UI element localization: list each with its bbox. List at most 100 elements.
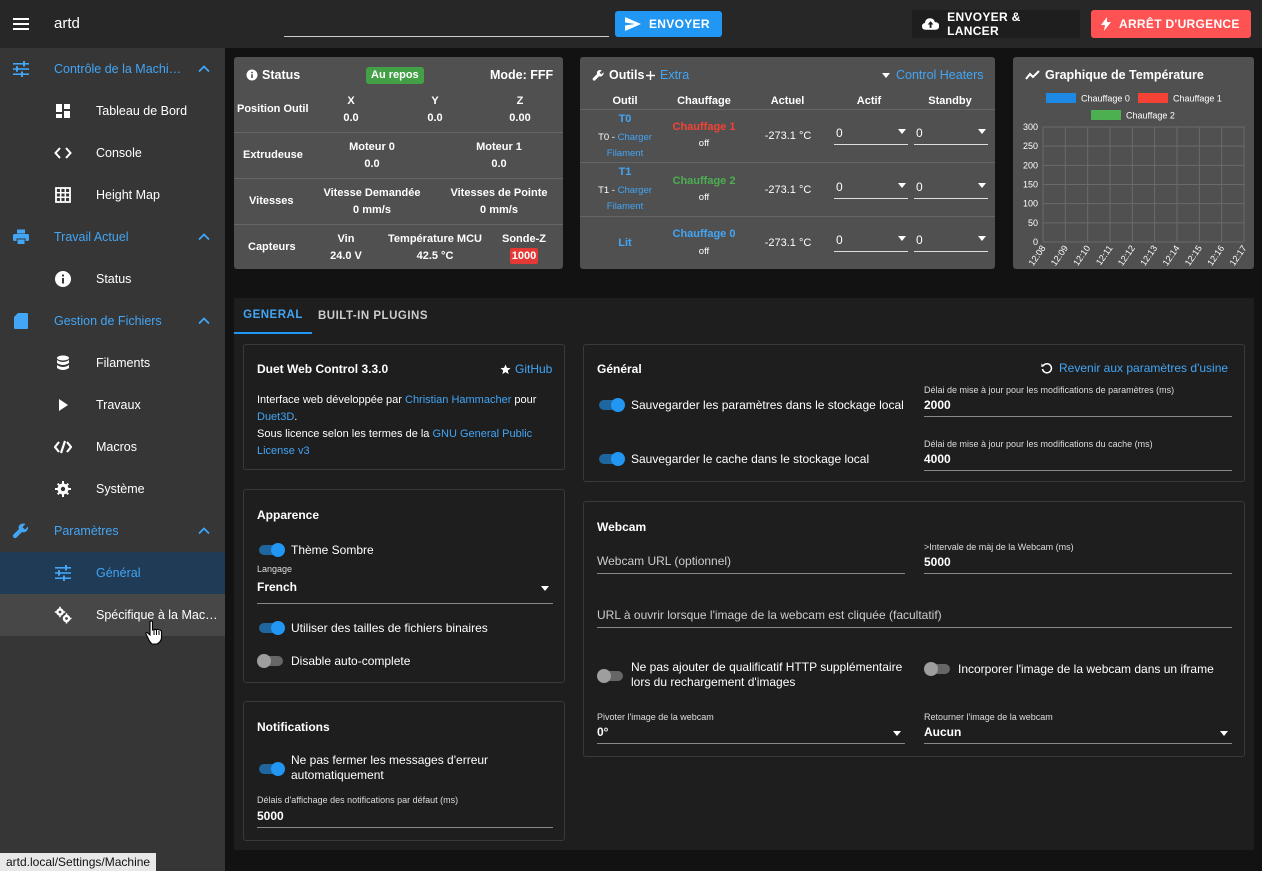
sidebar-group-machine-control[interactable]: Contrôle de la Machi… [0, 48, 225, 90]
sidebar-item-macros[interactable]: Macros [0, 426, 225, 468]
load-filament-link[interactable]: Filament [607, 201, 643, 212]
company-link[interactable]: Duet3D [257, 411, 294, 423]
switch-knob [597, 669, 611, 683]
active-temp-select[interactable]: 0 [834, 123, 908, 145]
tab-built-in-plugins[interactable]: BUILT-IN PLUGINS [312, 298, 434, 334]
active-temp-select[interactable]: 0 [834, 230, 908, 252]
settings-delay-field[interactable]: Délai de mise à jour pour les modificati… [924, 385, 1232, 417]
caret-down-icon [1220, 731, 1228, 736]
extra-button[interactable]: Extra [646, 68, 689, 82]
license-link[interactable]: License v3 [257, 445, 310, 457]
z-axis-value: 0.00 [509, 112, 531, 124]
binary-sizes-switch[interactable] [257, 621, 285, 635]
webcam-title: Webcam [597, 520, 647, 534]
cache-delay-field[interactable]: Délai de mise à jour pour les modificati… [924, 439, 1232, 471]
tool-name[interactable]: T0 [610, 113, 640, 125]
binary-sizes-label: Utiliser des tailles de fichiers binaire… [291, 621, 488, 635]
estop-label: ARRÊT D'URGENCE [1119, 17, 1240, 31]
database-icon [57, 355, 69, 370]
sidebar-group-current-job[interactable]: Travail Actuel [0, 216, 225, 258]
caret-down-icon [882, 72, 890, 78]
divider [234, 178, 563, 179]
heater-name[interactable]: Chauffage 0 [664, 228, 744, 240]
heater-name[interactable]: Chauffage 2 [664, 175, 744, 187]
sidebar-item-dashboard[interactable]: Tableau de Bord [0, 90, 225, 132]
iframe-label: Incorporer l'image de la webcam dans un … [958, 662, 1214, 676]
sidebar-item-filaments[interactable]: Filaments [0, 342, 225, 384]
sidebar-item-jobs[interactable]: Travaux [0, 384, 225, 426]
upload-label: ENVOYER & LANCER [947, 10, 1021, 38]
webcam-interval-label: >Intervale de màj de la Webcam (ms) [924, 542, 1074, 552]
webcam-rotate-select[interactable]: Pivoter l'image de la webcam 0° [597, 712, 905, 744]
sidebar-item-status[interactable]: Status [0, 258, 225, 300]
save-local-switch[interactable] [597, 398, 625, 412]
sidebar-item-system[interactable]: Système [0, 468, 225, 510]
upload-and-start-button[interactable]: ENVOYER & LANCER [912, 10, 1080, 38]
send-label: ENVOYER [649, 17, 710, 31]
appearance-title: Apparence [257, 508, 320, 522]
control-heaters-button[interactable]: Control Heaters [882, 68, 984, 82]
heater-state: off [698, 246, 710, 257]
tool-position-label: Position Outil [237, 103, 309, 115]
tool-prefix: T1 - [598, 185, 618, 196]
author-link[interactable]: Christian Hammacher [405, 394, 511, 406]
tool-name[interactable]: T1 [610, 166, 640, 178]
sidebar-label: Macros [96, 440, 137, 454]
bed-name[interactable]: Lit [610, 237, 640, 249]
iframe-switch[interactable] [924, 662, 952, 676]
standby-temp-select[interactable]: 0 [914, 230, 988, 252]
autocomplete-switch[interactable] [257, 654, 285, 668]
standby-temp-select[interactable]: 0 [914, 177, 988, 199]
notification-timeout-field[interactable]: Délais d'affichage des notifications par… [257, 795, 553, 828]
sidebar-label: Travaux [96, 398, 141, 412]
load-filament-link[interactable]: Charger [618, 185, 652, 196]
webcam-interval-value: 5000 [924, 555, 951, 569]
dark-theme-label: Thème Sombre [291, 543, 374, 557]
chevron-up-icon [198, 233, 210, 241]
sidebar-item-machine-specific[interactable]: Spécifique à la Mac… [0, 594, 225, 636]
sidebar-item-general[interactable]: Général [0, 552, 225, 594]
no-qualifier-switch[interactable] [597, 669, 625, 683]
language-select[interactable]: Langage French [257, 564, 553, 604]
sidebar-group-settings[interactable]: Paramètres [0, 510, 225, 552]
webcam-url-field[interactable]: Webcam URL (optionnel) [597, 542, 905, 574]
zprobe-value: 1000 [510, 248, 538, 264]
dark-theme-switch[interactable] [257, 543, 285, 557]
caret-down-icon [898, 129, 906, 134]
sidebar-item-height-map[interactable]: Height Map [0, 174, 225, 216]
webcam-click-url-field[interactable]: URL à ouvrir lorsque l'image de la webca… [597, 596, 1232, 628]
github-link[interactable]: GitHub [500, 362, 552, 376]
menu-icon[interactable] [10, 13, 32, 35]
webcam-flip-select[interactable]: Retourner l'image de la webcam Aucun [924, 712, 1232, 744]
send-button[interactable]: ENVOYER [615, 11, 722, 37]
caret-down-icon [978, 236, 986, 241]
y-axis-value: 0.0 [427, 112, 443, 124]
gcode-input[interactable] [284, 13, 609, 37]
sidebar-item-console[interactable]: Console [0, 132, 225, 174]
y-tick-label: 250 [1023, 141, 1038, 151]
webcam-interval-field[interactable]: >Intervale de màj de la Webcam (ms) 5000 [924, 542, 1232, 574]
emergency-stop-button[interactable]: ARRÊT D'URGENCE [1091, 10, 1251, 38]
active-temp-select[interactable]: 0 [834, 177, 908, 199]
restore-icon [1041, 363, 1053, 374]
reset-defaults-button[interactable]: Revenir aux paramètres d'usine [1041, 361, 1228, 375]
tool-prefix: T0 - [598, 132, 618, 143]
sidebar-label: Système [96, 482, 145, 496]
cache-local-switch[interactable] [597, 452, 625, 466]
standby-temp-value: 0 [916, 126, 923, 140]
about-card: Duet Web Control 3.3.0 GitHub Interface … [243, 344, 565, 470]
load-filament-link[interactable]: Filament [607, 148, 643, 159]
requested-speed-label: Vitesse Demandée [323, 187, 421, 199]
license-link[interactable]: GNU General Public [432, 428, 532, 440]
x-tick-label: 12:17 [1228, 243, 1249, 267]
tools-title-text: Outils [609, 68, 645, 82]
load-filament-link[interactable]: Charger [618, 132, 652, 143]
sidebar-group-file-management[interactable]: Gestion de Fichiers [0, 300, 225, 342]
heater-name[interactable]: Chauffage 1 [664, 121, 744, 133]
caret-down-icon [898, 183, 906, 188]
y-axis-label: Y [431, 95, 439, 107]
standby-temp-select[interactable]: 0 [914, 123, 988, 145]
sidebar-label: Height Map [96, 188, 160, 202]
persistent-errors-switch[interactable] [257, 762, 285, 776]
tab-general[interactable]: GENERAL [234, 298, 312, 334]
